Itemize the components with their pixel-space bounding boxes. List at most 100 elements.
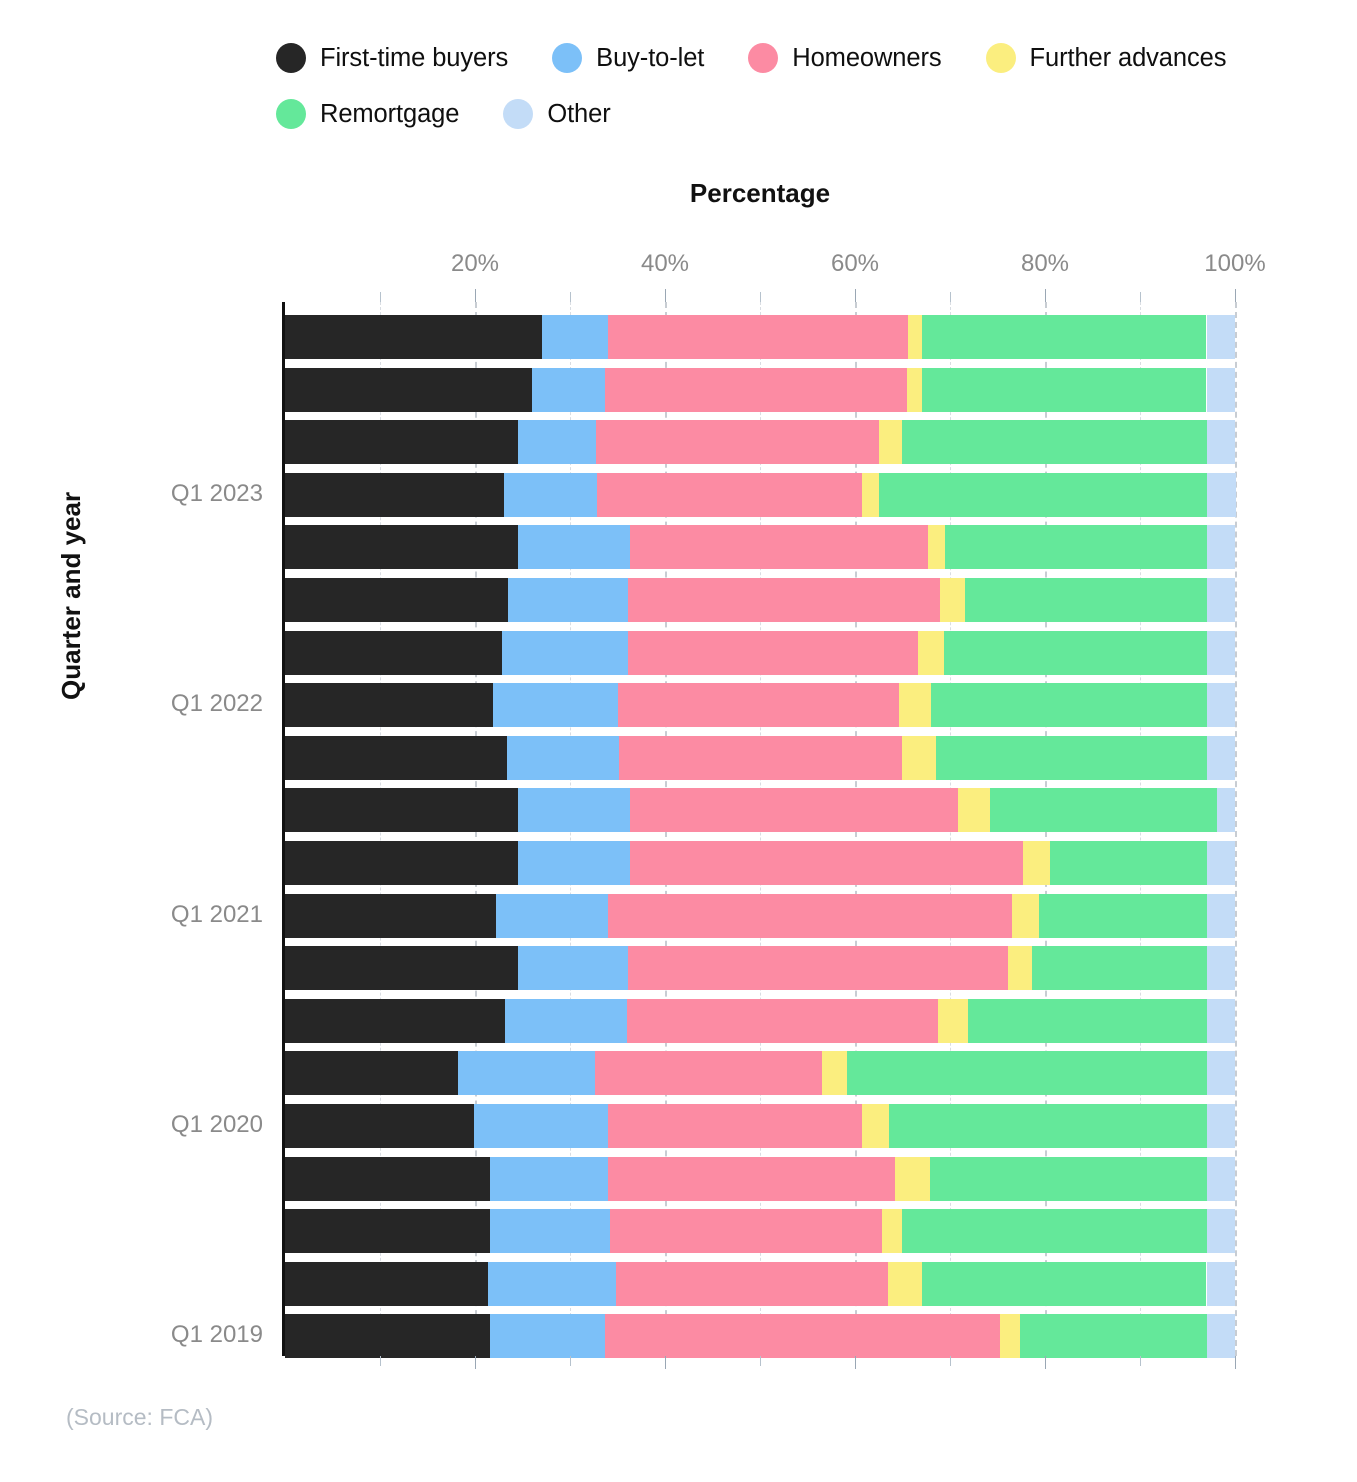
bar-segment[interactable] [285, 472, 504, 517]
bar-segment[interactable] [1207, 1156, 1235, 1201]
bar-row[interactable] [285, 683, 1235, 728]
bar-segment[interactable] [922, 367, 1207, 412]
bar-row[interactable] [285, 367, 1235, 412]
legend-item[interactable]: Homeowners [748, 30, 942, 86]
bar-segment[interactable] [619, 735, 902, 780]
bar-segment[interactable] [928, 525, 946, 570]
bar-segment[interactable] [517, 525, 630, 570]
bar-segment[interactable] [285, 1051, 458, 1096]
bar-segment[interactable] [901, 735, 936, 780]
bar-segment[interactable] [821, 1051, 848, 1096]
bar-segment[interactable] [629, 788, 958, 833]
bar-segment[interactable] [285, 683, 494, 728]
bar-segment[interactable] [285, 578, 509, 622]
bar-row[interactable] [285, 998, 1235, 1043]
legend-item[interactable]: Further advances [985, 30, 1226, 86]
bar-segment[interactable] [505, 998, 627, 1043]
bar-segment[interactable] [944, 630, 1208, 675]
bar-segment[interactable] [517, 841, 630, 885]
bar-segment[interactable] [861, 472, 879, 517]
bar-segment[interactable] [1049, 841, 1208, 885]
bar-segment[interactable] [881, 1209, 902, 1254]
bar-segment[interactable] [608, 1104, 862, 1148]
bar-segment[interactable] [629, 525, 929, 570]
bar-segment[interactable] [285, 788, 518, 833]
bar-row[interactable] [285, 420, 1235, 465]
bar-segment[interactable] [605, 367, 908, 412]
bar-segment[interactable] [878, 472, 1208, 517]
bar-segment[interactable] [627, 946, 1008, 991]
bar-segment[interactable] [1020, 1314, 1208, 1359]
bar-segment[interactable] [888, 1261, 923, 1306]
bar-segment[interactable] [474, 1104, 608, 1148]
bar-segment[interactable] [935, 735, 1208, 780]
bar-segment[interactable] [1207, 630, 1235, 675]
bar-segment[interactable] [493, 683, 619, 728]
bar-segment[interactable] [1007, 946, 1032, 991]
bar-segment[interactable] [917, 630, 945, 675]
bar-segment[interactable] [922, 1261, 1207, 1306]
bar-segment[interactable] [517, 946, 628, 991]
bar-segment[interactable] [889, 1104, 1208, 1148]
bar-segment[interactable] [1011, 893, 1040, 938]
bar-row[interactable] [285, 1104, 1235, 1148]
bar-row[interactable] [285, 472, 1236, 517]
bar-segment[interactable] [901, 420, 1208, 465]
bar-segment[interactable] [285, 525, 518, 570]
bar-segment[interactable] [618, 683, 899, 728]
bar-segment[interactable] [605, 1314, 1001, 1359]
bar-segment[interactable] [596, 472, 862, 517]
bar-row[interactable] [285, 1209, 1235, 1254]
bar-segment[interactable] [490, 1209, 610, 1254]
bar-segment[interactable] [285, 367, 532, 412]
bar-segment[interactable] [488, 1261, 616, 1306]
bar-segment[interactable] [1206, 367, 1235, 412]
bar-segment[interactable] [508, 578, 628, 622]
bar-row[interactable] [285, 525, 1235, 570]
bar-segment[interactable] [285, 998, 506, 1043]
bar-row[interactable] [285, 841, 1235, 885]
bar-row[interactable] [285, 1051, 1235, 1096]
bar-row[interactable] [285, 1156, 1235, 1201]
bar-segment[interactable] [285, 893, 496, 938]
bar-segment[interactable] [1207, 1314, 1235, 1359]
bar-segment[interactable] [285, 841, 518, 885]
bar-segment[interactable] [457, 1051, 595, 1096]
bar-segment[interactable] [861, 1104, 890, 1148]
legend-item[interactable]: Other [503, 86, 611, 142]
bar-segment[interactable] [945, 525, 1208, 570]
bar-segment[interactable] [495, 893, 608, 938]
bar-segment[interactable] [595, 420, 879, 465]
bar-segment[interactable] [894, 1156, 931, 1201]
bar-segment[interactable] [608, 1156, 895, 1201]
bar-segment[interactable] [627, 998, 938, 1043]
bar-segment[interactable] [1031, 946, 1208, 991]
bar-segment[interactable] [1207, 525, 1235, 570]
bar-segment[interactable] [939, 578, 966, 622]
bar-segment[interactable] [285, 315, 542, 359]
bar-segment[interactable] [1207, 1051, 1235, 1096]
bar-segment[interactable] [609, 1209, 882, 1254]
bar-segment[interactable] [965, 578, 1208, 622]
bar-segment[interactable] [285, 946, 518, 991]
bar-segment[interactable] [1216, 788, 1235, 833]
bar-segment[interactable] [1207, 1209, 1235, 1254]
bar-segment[interactable] [532, 367, 606, 412]
bar-segment[interactable] [608, 893, 1012, 938]
bar-row[interactable] [285, 893, 1235, 938]
bar-segment[interactable] [1207, 578, 1235, 622]
bar-segment[interactable] [285, 630, 502, 675]
bar-segment[interactable] [1207, 472, 1236, 517]
bar-segment[interactable] [285, 1261, 489, 1306]
bar-segment[interactable] [490, 1314, 606, 1359]
bar-segment[interactable] [901, 1209, 1208, 1254]
bar-segment[interactable] [285, 420, 518, 465]
bar-segment[interactable] [285, 1209, 491, 1254]
bar-segment[interactable] [608, 315, 909, 359]
bar-segment[interactable] [1000, 1314, 1021, 1359]
bar-segment[interactable] [627, 630, 918, 675]
bar-row[interactable] [285, 1314, 1235, 1359]
bar-segment[interactable] [898, 683, 931, 728]
bar-segment[interactable] [503, 472, 597, 517]
bar-segment[interactable] [1207, 683, 1235, 728]
